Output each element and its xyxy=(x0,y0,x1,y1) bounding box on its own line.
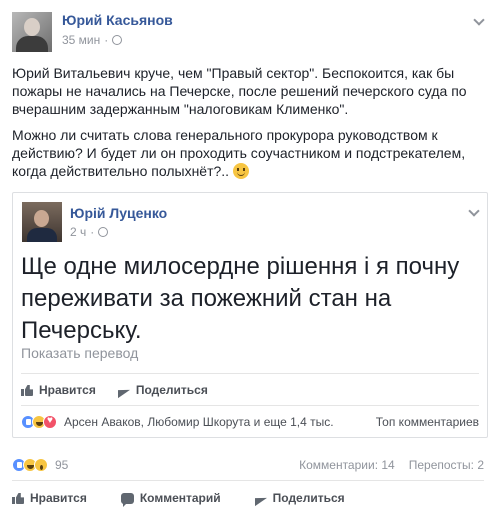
like-button[interactable]: Нравится xyxy=(12,488,87,508)
shared-share-button[interactable]: Поделиться xyxy=(118,379,208,401)
share-button[interactable]: Поделиться xyxy=(255,488,345,508)
reactions-count[interactable]: 95 xyxy=(55,458,68,472)
thumbs-up-icon xyxy=(21,384,33,396)
love-reaction-icon xyxy=(43,415,57,429)
divider xyxy=(21,405,479,406)
divider xyxy=(12,480,484,481)
globe-icon xyxy=(112,35,123,45)
smile-emoji-icon xyxy=(232,163,249,179)
shared-reactions-names[interactable]: Арсен Аваков, Любомир Шкорута и еще 1,4 … xyxy=(64,415,334,429)
wow-reaction-icon xyxy=(34,458,48,472)
share-label: Поделиться xyxy=(272,491,345,505)
shared-post-time[interactable]: 2 ч xyxy=(70,225,86,239)
globe-icon xyxy=(98,227,109,237)
comment-label: Комментарий xyxy=(139,491,221,505)
dot-separator: · xyxy=(104,33,109,47)
post-text-paragraph-1: Юрий Витальевич круче, чем "Правый секто… xyxy=(12,65,467,117)
post-time[interactable]: 35 мин xyxy=(62,33,100,47)
like-label: Нравится xyxy=(30,491,87,505)
shared-reactions-bar: Арсен Аваков, Любомир Шкорута и еще 1,4 … xyxy=(21,412,479,432)
chevron-down-icon[interactable] xyxy=(474,16,484,26)
dot-separator: · xyxy=(90,225,95,239)
shared-author-avatar[interactable] xyxy=(22,202,62,242)
share-arrow-icon xyxy=(255,493,267,504)
author-avatar[interactable] xyxy=(12,12,52,52)
divider xyxy=(21,373,479,374)
chevron-down-icon[interactable] xyxy=(469,207,479,217)
shared-post-text: Ще одне милосердне рішення і я почну пер… xyxy=(21,253,460,344)
comment-button[interactable]: Комментарий xyxy=(120,488,221,508)
shared-like-button[interactable]: Нравится xyxy=(21,379,96,401)
share-arrow-icon xyxy=(118,385,130,396)
shared-post-meta: 2 ч · xyxy=(70,225,109,239)
shared-share-label: Поделиться xyxy=(135,383,208,397)
post-text-paragraph-2: Можно ли считать слова генерального прок… xyxy=(12,126,484,180)
top-comments-link[interactable]: Топ комментариев xyxy=(376,415,479,429)
translate-link[interactable]: Показать перевод xyxy=(21,345,138,361)
post-meta: 35 мин · xyxy=(62,33,123,47)
thumbs-up-icon xyxy=(12,492,24,504)
post-stats: Комментарии: 14 Перепосты: 2 xyxy=(299,458,484,472)
post-header: Юрий Касьянов 35 мин · xyxy=(12,8,484,52)
comments-count[interactable]: Комментарии: 14 xyxy=(299,458,395,472)
shared-like-label: Нравится xyxy=(39,383,96,397)
comment-bubble-icon xyxy=(120,492,134,507)
shared-actions: Нравится Поделиться xyxy=(21,379,208,401)
author-name[interactable]: Юрий Касьянов xyxy=(62,12,173,28)
facebook-post: Юрий Касьянов 35 мин · Юрий Витальевич к… xyxy=(0,0,496,515)
shared-author-name[interactable]: Юрій Луценко xyxy=(70,205,167,221)
shared-post-card: Юрій Луценко 2 ч · Ще одне милосердне рі… xyxy=(12,192,488,438)
reposts-count[interactable]: Перепосты: 2 xyxy=(409,458,484,472)
post-reactions-bar: 95 Комментарии: 14 Перепосты: 2 xyxy=(12,455,484,475)
post-actions: Нравится Комментарий Поделиться xyxy=(12,488,345,508)
